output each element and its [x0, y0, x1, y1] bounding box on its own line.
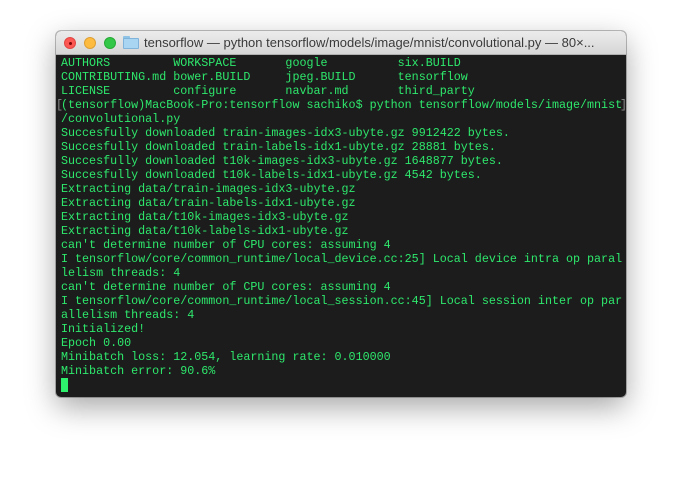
output-line: Extracting data/train-labels-idx1-ubyte.… — [61, 196, 356, 210]
output-line: AUTHORS WORKSPACE google six.BUILD — [61, 56, 461, 70]
output-line: /convolutional.py — [61, 112, 181, 126]
output-line: can't determine number of CPU cores: ass… — [61, 280, 391, 294]
text-cursor — [61, 378, 68, 392]
minimize-button[interactable] — [84, 37, 96, 49]
output-line: Extracting data/t10k-labels-idx1-ubyte.g… — [61, 224, 349, 238]
output-line: Succesfully downloaded train-images-idx3… — [61, 126, 510, 140]
maximize-button[interactable] — [104, 37, 116, 49]
output-line: Epoch 0.00 — [61, 336, 132, 350]
output-line: allelism threads: 4 — [61, 308, 195, 322]
output-line: lelism threads: 4 — [61, 266, 181, 280]
output-line: Succesfully downloaded t10k-images-idx3-… — [61, 154, 503, 168]
output-line: Minibatch error: 90.6% — [61, 364, 216, 378]
mark-bracket-right: ] — [620, 98, 626, 112]
output-line: CONTRIBUTING.md bower.BUILD jpeg.BUILD t… — [61, 70, 468, 84]
output-line: can't determine number of CPU cores: ass… — [61, 238, 391, 252]
close-button[interactable] — [64, 37, 76, 49]
terminal-window: tensorflow — python tensorflow/models/im… — [56, 31, 626, 397]
window-title: tensorflow — python tensorflow/models/im… — [144, 35, 595, 50]
output-line: Succesfully downloaded train-labels-idx1… — [61, 140, 496, 154]
prompt-line: (tensorflow)MacBook-Pro:tensorflow sachi… — [56, 98, 626, 112]
terminal-output[interactable]: AUTHORS WORKSPACE google six.BUILD CONTRI… — [56, 56, 626, 392]
output-line: I tensorflow/core/common_runtime/local_d… — [61, 252, 623, 266]
folder-icon — [123, 36, 139, 49]
output-line: Succesfully downloaded t10k-labels-idx1-… — [61, 168, 482, 182]
output-line: Minibatch loss: 12.054, learning rate: 0… — [61, 350, 391, 364]
mark-bracket-left: [ — [56, 98, 64, 112]
output-line: Extracting data/train-images-idx3-ubyte.… — [61, 182, 356, 196]
output-line: LICENSE configure navbar.md third_party — [61, 84, 475, 98]
cursor-line — [61, 378, 626, 392]
output-line: I tensorflow/core/common_runtime/local_s… — [61, 294, 623, 308]
output-line: Initialized! — [61, 322, 146, 336]
output-line: Extracting data/t10k-images-idx3-ubyte.g… — [61, 210, 349, 224]
title-bar[interactable]: tensorflow — python tensorflow/models/im… — [56, 31, 626, 55]
